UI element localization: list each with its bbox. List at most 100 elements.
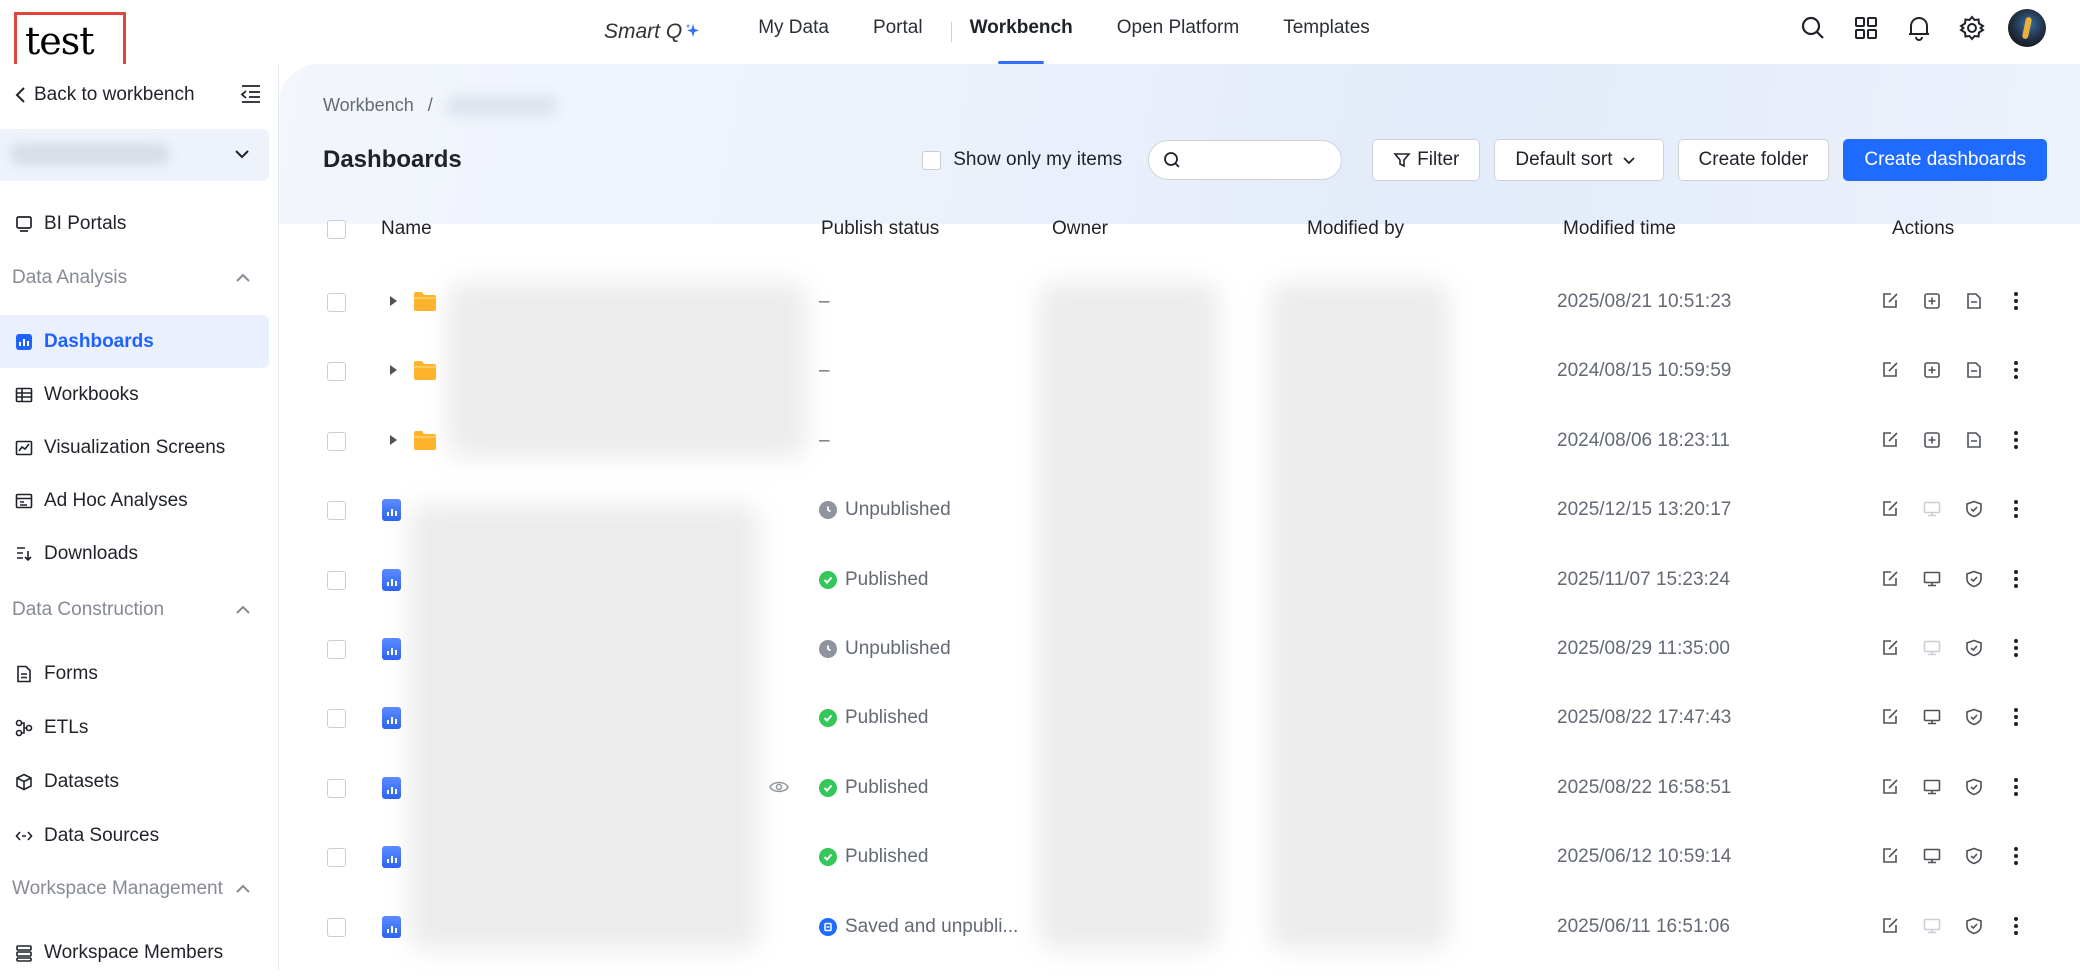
row-checkbox[interactable] (327, 917, 346, 937)
row-checkbox[interactable] (327, 362, 346, 382)
eye-icon[interactable] (769, 779, 789, 800)
edit-icon[interactable] (1879, 290, 1901, 312)
more-icon[interactable] (2005, 359, 2027, 381)
folder-row[interactable]: – 2025/08/21 10:51:23 (279, 268, 2080, 337)
shield-check-icon[interactable] (1963, 637, 1985, 659)
shield-check-icon[interactable] (1963, 568, 1985, 590)
create-folder-button[interactable]: Create folder (1677, 139, 1830, 181)
sort-dropdown[interactable]: Default sort (1494, 139, 1664, 181)
present-screen-icon[interactable] (1921, 845, 1943, 867)
sidebar-item-datasets[interactable]: Datasets (0, 755, 269, 808)
dashboard-row[interactable]: Published 2025/08/22 16:58:51 (279, 754, 2080, 823)
logo[interactable]: test (14, 12, 126, 69)
edit-icon[interactable] (1879, 706, 1901, 728)
present-screen-icon[interactable] (1921, 637, 1943, 659)
avatar[interactable] (2008, 9, 2046, 47)
file-icon[interactable] (1963, 290, 1985, 312)
present-screen-icon[interactable] (1921, 568, 1943, 590)
group-data-analysis[interactable]: Data Analysis (12, 267, 252, 289)
row-checkbox[interactable] (327, 709, 346, 729)
dashboard-row[interactable]: Unpublished 2025/08/29 11:35:00 (279, 615, 2080, 684)
dashboard-row[interactable]: Saved and unpubli... 2025/06/11 16:51:06 (279, 893, 2080, 962)
shield-check-icon[interactable] (1963, 498, 1985, 520)
workspace-selector[interactable] (0, 129, 269, 181)
row-checkbox[interactable] (327, 501, 346, 521)
row-checkbox[interactable] (327, 293, 346, 312)
search-icon[interactable] (1798, 13, 1828, 43)
sidebar-item-visualization-screens[interactable]: Visualization Screens (0, 421, 269, 474)
add-icon[interactable] (1921, 359, 1943, 381)
shield-check-icon[interactable] (1963, 845, 1985, 867)
present-screen-icon[interactable] (1921, 706, 1943, 728)
edit-icon[interactable] (1879, 429, 1901, 451)
more-icon[interactable] (2005, 915, 2027, 937)
present-screen-icon[interactable] (1921, 498, 1943, 520)
more-icon[interactable] (2005, 568, 2027, 590)
edit-icon[interactable] (1879, 568, 1901, 590)
more-icon[interactable] (2005, 429, 2027, 451)
dashboard-row[interactable]: Published 2025/06/12 10:59:14 (279, 823, 2080, 892)
show-only-mine-toggle[interactable]: Show only my items (922, 149, 1122, 171)
edit-icon[interactable] (1879, 359, 1901, 381)
edit-icon[interactable] (1879, 776, 1901, 798)
more-icon[interactable] (2005, 637, 2027, 659)
folder-row[interactable]: – 2024/08/06 18:23:11 (279, 407, 2080, 476)
sidebar-item-etls[interactable]: ETLs (0, 701, 269, 754)
column-name[interactable]: Name (381, 218, 432, 240)
nav-open-platform[interactable]: Open Platform (1117, 0, 1240, 64)
sidebar-item-forms[interactable]: Forms (0, 647, 269, 700)
nav-my-data[interactable]: My Data (758, 0, 829, 64)
sidebar-item-dashboards[interactable]: Dashboards (0, 315, 269, 368)
column-publish-status[interactable]: Publish status (821, 218, 939, 240)
file-icon[interactable] (1963, 359, 1985, 381)
breadcrumb-workbench[interactable]: Workbench (323, 95, 414, 116)
dashboard-row[interactable]: Published 2025/11/07 15:23:24 (279, 546, 2080, 615)
sidebar-item-downloads[interactable]: Downloads (0, 527, 269, 580)
edit-icon[interactable] (1879, 637, 1901, 659)
add-icon[interactable] (1921, 290, 1943, 312)
shield-check-icon[interactable] (1963, 776, 1985, 798)
dashboard-row[interactable]: Unpublished 2025/12/15 13:20:17 (279, 476, 2080, 545)
nav-portal[interactable]: Portal (873, 0, 923, 64)
edit-icon[interactable] (1879, 845, 1901, 867)
dashboard-row[interactable]: Published 2025/08/22 17:47:43 (279, 684, 2080, 753)
column-owner[interactable]: Owner (1052, 218, 1108, 240)
nav-workbench[interactable]: Workbench (970, 0, 1073, 64)
file-icon[interactable] (1963, 429, 1985, 451)
sidebar-item-ad-hoc-analyses[interactable]: Ad Hoc Analyses (0, 474, 269, 527)
present-screen-icon[interactable] (1921, 915, 1943, 937)
filter-button[interactable]: Filter (1372, 139, 1481, 181)
apps-grid-icon[interactable] (1851, 13, 1881, 43)
more-icon[interactable] (2005, 290, 2027, 312)
row-checkbox[interactable] (327, 848, 346, 868)
expand-caret-icon[interactable] (387, 433, 399, 452)
column-modified-by[interactable]: Modified by (1307, 218, 1404, 240)
sidebar-item-data-sources[interactable]: Data Sources (0, 809, 269, 862)
column-modified-time[interactable]: Modified time (1563, 218, 1676, 240)
group-data-construction[interactable]: Data Construction (12, 599, 252, 621)
select-all-checkbox[interactable] (327, 220, 346, 239)
gear-icon[interactable] (1957, 13, 1987, 43)
create-dashboards-button[interactable]: Create dashboards (1843, 139, 2047, 181)
search-input[interactable] (1148, 140, 1343, 180)
sidebar-item-bi-portals[interactable]: BI Portals (0, 197, 269, 250)
nav-templates[interactable]: Templates (1283, 0, 1370, 64)
checkbox[interactable] (922, 150, 942, 170)
shield-check-icon[interactable] (1963, 915, 1985, 937)
expand-caret-icon[interactable] (387, 294, 399, 313)
row-checkbox[interactable] (327, 640, 346, 659)
brand-logo[interactable]: Smart Q (604, 20, 700, 44)
row-checkbox[interactable] (327, 778, 346, 798)
more-icon[interactable] (2005, 845, 2027, 867)
present-screen-icon[interactable] (1921, 776, 1943, 798)
row-checkbox[interactable] (327, 570, 346, 590)
shield-check-icon[interactable] (1963, 706, 1985, 728)
bell-icon[interactable] (1904, 13, 1934, 43)
more-icon[interactable] (2005, 776, 2027, 798)
collapse-sidebar-icon[interactable] (240, 84, 262, 109)
edit-icon[interactable] (1879, 498, 1901, 520)
expand-caret-icon[interactable] (387, 363, 399, 382)
add-icon[interactable] (1921, 429, 1943, 451)
edit-icon[interactable] (1879, 915, 1901, 937)
group-workspace-management[interactable]: Workspace Management (12, 878, 252, 900)
